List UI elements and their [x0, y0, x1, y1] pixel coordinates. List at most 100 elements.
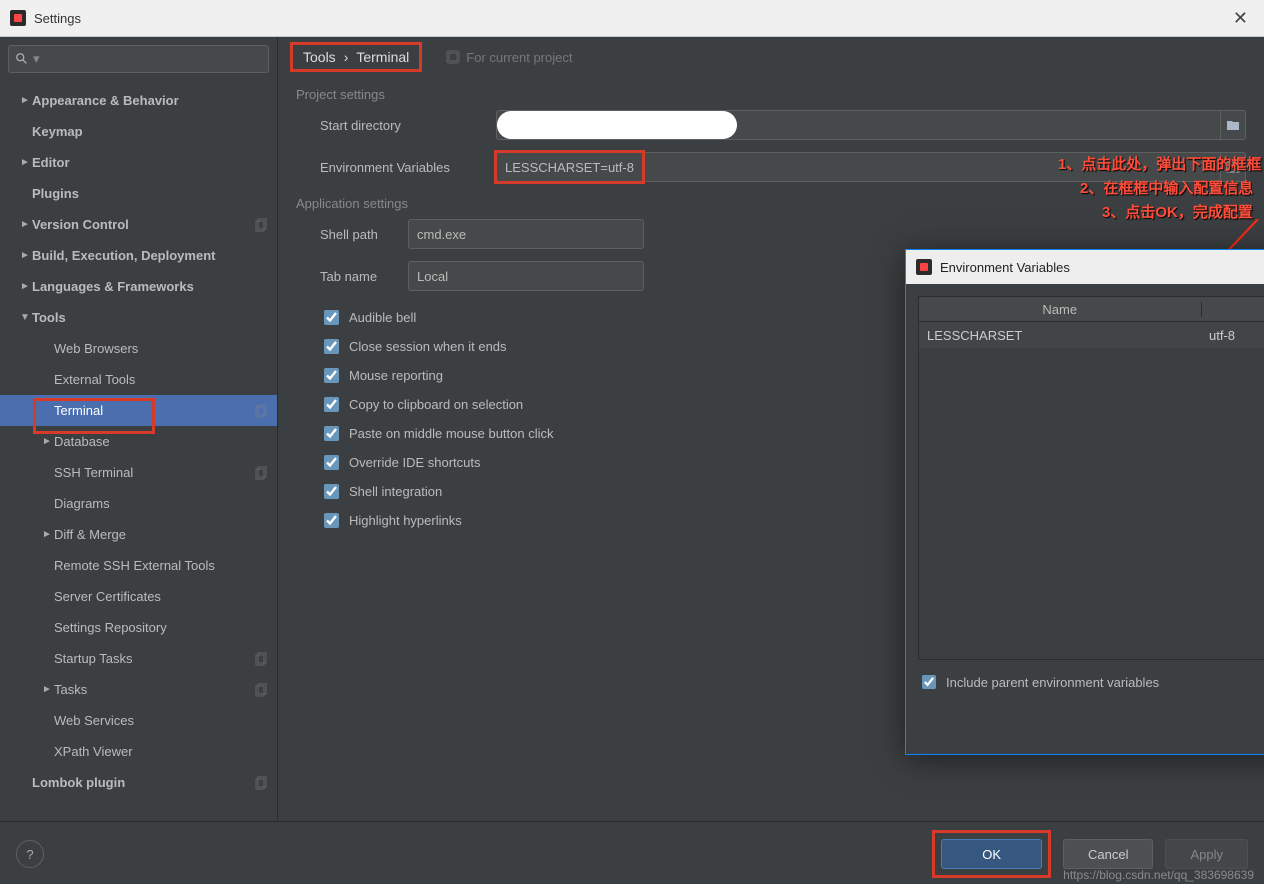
cell-name: LESSCHARSET	[919, 328, 1201, 343]
scope-icon	[255, 652, 269, 666]
env-value-text: LESSCHARSET=utf-8	[505, 160, 634, 175]
tree-arrow-icon: ►	[18, 250, 32, 261]
sidebar-item-label: Settings Repository	[54, 620, 269, 635]
sidebar-item-label: Diff & Merge	[54, 527, 269, 542]
shell-path-input[interactable]: cmd.exe	[408, 219, 644, 249]
tree-arrow-icon: ►	[18, 157, 32, 168]
start-directory-input[interactable]	[496, 110, 1221, 140]
cell-value: utf-8	[1201, 328, 1264, 343]
sidebar-item-label: Database	[54, 434, 269, 449]
env-vars-table[interactable]: Name Value LESSCHARSET utf-8	[918, 296, 1264, 660]
scope-icon	[255, 683, 269, 697]
sidebar-item-diff-merge[interactable]: ►Diff & Merge	[0, 519, 277, 550]
breadcrumb-tools[interactable]: Tools	[303, 49, 336, 65]
ok-button[interactable]: OK	[941, 839, 1042, 869]
sidebar-item-plugins[interactable]: Plugins	[0, 178, 277, 209]
col-name: Name	[919, 302, 1202, 317]
breadcrumb-highlight: Tools › Terminal	[290, 42, 422, 72]
sidebar-item-label: Startup Tasks	[54, 651, 255, 666]
tree-arrow-icon: ►	[18, 219, 32, 230]
option-checkbox[interactable]	[324, 455, 339, 470]
sidebar-item-label: Terminal	[54, 403, 255, 418]
sidebar-item-editor[interactable]: ►Editor	[0, 147, 277, 178]
sidebar-item-remote-ssh-external-tools[interactable]: Remote SSH External Tools	[0, 550, 277, 581]
table-row[interactable]: LESSCHARSET utf-8	[919, 322, 1264, 348]
tab-name-input[interactable]: Local	[408, 261, 644, 291]
settings-sidebar: ▾ ►Appearance & BehaviorKeymap►EditorPlu…	[0, 37, 278, 821]
env-vars-dialog: Environment Variables ✕ Name Value LESSC…	[905, 249, 1264, 755]
sidebar-item-label: XPath Viewer	[54, 744, 269, 759]
option-checkbox[interactable]	[324, 368, 339, 383]
sidebar-item-web-services[interactable]: Web Services	[0, 705, 277, 736]
scope-icon	[446, 50, 460, 64]
sidebar-item-ssh-terminal[interactable]: SSH Terminal	[0, 457, 277, 488]
sidebar-item-external-tools[interactable]: External Tools	[0, 364, 277, 395]
sidebar-item-label: Languages & Frameworks	[32, 279, 269, 294]
cancel-button[interactable]: Cancel	[1063, 839, 1153, 869]
start-directory-label: Start directory	[320, 118, 496, 133]
sidebar-item-database[interactable]: ►Database	[0, 426, 277, 457]
sidebar-item-label: Appearance & Behavior	[32, 93, 269, 108]
sidebar-item-label: Server Certificates	[54, 589, 269, 604]
option-checkbox[interactable]	[324, 513, 339, 528]
sidebar-item-startup-tasks[interactable]: Startup Tasks	[0, 643, 277, 674]
window-close-icon[interactable]: ✕	[1227, 8, 1254, 29]
sidebar-item-languages-frameworks[interactable]: ►Languages & Frameworks	[0, 271, 277, 302]
sidebar-item-label: Web Services	[54, 713, 269, 728]
option-label: Mouse reporting	[349, 368, 443, 383]
option-checkbox[interactable]	[324, 484, 339, 499]
scope-icon	[255, 404, 269, 418]
scope-icon	[255, 218, 269, 232]
env-vars-label: Environment Variables	[320, 160, 496, 175]
tree-arrow-icon: ▼	[18, 312, 32, 323]
sidebar-item-xpath-viewer[interactable]: XPath Viewer	[0, 736, 277, 767]
sidebar-item-tasks[interactable]: ►Tasks	[0, 674, 277, 705]
scope-label: For current project	[466, 50, 572, 65]
sidebar-item-tools[interactable]: ▼Tools	[0, 302, 277, 333]
sidebar-item-label: Tasks	[54, 682, 255, 697]
sidebar-item-label: External Tools	[54, 372, 269, 387]
scope-icon	[255, 466, 269, 480]
include-parent-checkbox[interactable]	[922, 675, 936, 689]
sidebar-item-web-browsers[interactable]: Web Browsers	[0, 333, 277, 364]
include-parent-label: Include parent environment variables	[946, 675, 1159, 690]
annotation-line-1: 1、点击此处，弹出下面的框框	[1058, 153, 1261, 177]
tree-arrow-icon: ►	[40, 529, 54, 540]
sidebar-item-build-execution-deployment[interactable]: ►Build, Execution, Deployment	[0, 240, 277, 271]
sidebar-item-label: Build, Execution, Deployment	[32, 248, 269, 263]
option-label: Close session when it ends	[349, 339, 507, 354]
tree-arrow-icon: ►	[40, 684, 54, 695]
redacted-path	[497, 111, 737, 139]
window-titlebar: Settings ✕	[0, 0, 1264, 37]
sidebar-item-label: Version Control	[32, 217, 255, 232]
help-button[interactable]: ?	[16, 840, 44, 868]
breadcrumb-terminal: Terminal	[356, 49, 409, 65]
sidebar-item-diagrams[interactable]: Diagrams	[0, 488, 277, 519]
option-label: Highlight hyperlinks	[349, 513, 462, 528]
option-checkbox[interactable]	[324, 426, 339, 441]
tab-name-value: Local	[417, 269, 448, 284]
settings-tree: ►Appearance & BehaviorKeymap►EditorPlugi…	[0, 81, 277, 821]
sidebar-item-label: Web Browsers	[54, 341, 269, 356]
sidebar-item-terminal[interactable]: Terminal	[0, 395, 277, 426]
sidebar-item-lombok-plugin[interactable]: Lombok plugin	[0, 767, 277, 798]
search-dropdown-icon[interactable]: ▾	[33, 51, 40, 67]
sidebar-item-label: Plugins	[32, 186, 269, 201]
option-checkbox[interactable]	[324, 310, 339, 325]
sidebar-item-settings-repository[interactable]: Settings Repository	[0, 612, 277, 643]
window-title: Settings	[34, 11, 1227, 26]
apply-button[interactable]: Apply	[1165, 839, 1248, 869]
search-input[interactable]: ▾	[8, 45, 269, 73]
settings-main: Tools › Terminal For current project Pro…	[278, 37, 1264, 821]
option-label: Shell integration	[349, 484, 442, 499]
sidebar-item-appearance-behavior[interactable]: ►Appearance & Behavior	[0, 85, 277, 116]
sidebar-item-keymap[interactable]: Keymap	[0, 116, 277, 147]
browse-start-dir-icon[interactable]	[1221, 110, 1246, 140]
app-logo-icon	[10, 10, 26, 26]
sidebar-item-version-control[interactable]: ►Version Control	[0, 209, 277, 240]
sidebar-item-server-certificates[interactable]: Server Certificates	[0, 581, 277, 612]
tab-name-label: Tab name	[320, 269, 408, 284]
dialog-title: Environment Variables	[940, 260, 1264, 275]
option-checkbox[interactable]	[324, 397, 339, 412]
option-checkbox[interactable]	[324, 339, 339, 354]
